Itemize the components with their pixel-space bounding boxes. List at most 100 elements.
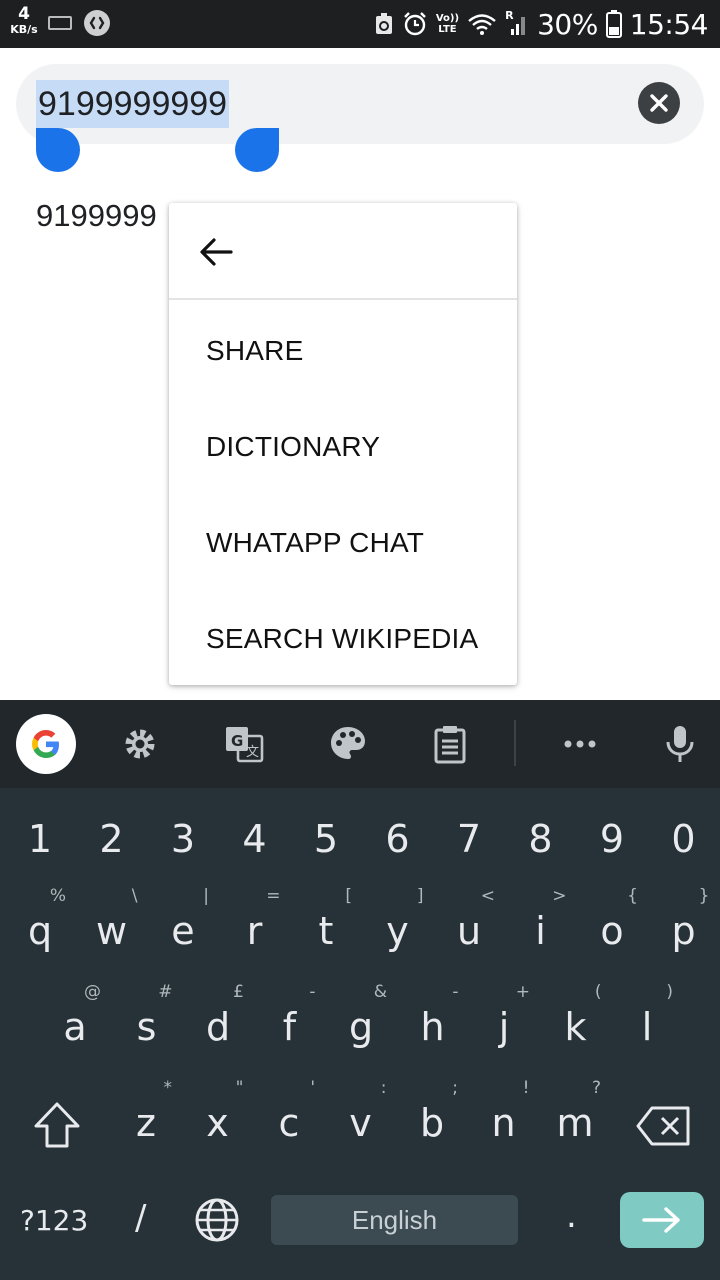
key-z[interactable]: z * [114, 1078, 178, 1164]
menu-item-share[interactable]: SHARE [206, 335, 303, 367]
key-n[interactable]: n! [472, 1078, 536, 1164]
key-c[interactable]: c ' [257, 1078, 321, 1164]
status-icons: Vo)) LTE R 30% 15:54 [374, 0, 709, 48]
key-f-label: f [282, 1005, 297, 1049]
battery-percent: 30% [537, 7, 598, 41]
key-u-hint: < [480, 886, 495, 906]
key-t[interactable]: t[ [294, 886, 358, 972]
key-a[interactable]: a @ [43, 982, 107, 1068]
key-e-label: e [171, 909, 195, 953]
key-m-hint: ? [591, 1078, 601, 1098]
menu-back-row[interactable] [169, 203, 517, 300]
palette-icon[interactable] [328, 724, 368, 764]
key-0[interactable]: 0 [652, 802, 716, 882]
key-8[interactable]: 8 [509, 802, 573, 882]
enter-key[interactable] [620, 1192, 704, 1248]
key-s[interactable]: s # [115, 982, 179, 1068]
key-4[interactable]: 4 [223, 802, 287, 882]
key-q[interactable]: q% [8, 886, 72, 972]
key-y-label: y [386, 909, 409, 953]
key-j-label: j [498, 1005, 510, 1049]
signal-icon: R [505, 9, 529, 37]
key-n-hint: ! [522, 1078, 530, 1098]
selection-handle-end[interactable] [235, 128, 279, 172]
slash-key[interactable]: / [135, 1198, 146, 1238]
key-j[interactable]: j + [472, 982, 536, 1068]
key-y-hint: ] [416, 886, 424, 906]
key-b[interactable]: b; [400, 1078, 464, 1164]
key-p[interactable]: p} [652, 886, 716, 972]
key-g[interactable]: g & [329, 982, 393, 1068]
key-f[interactable]: f- [258, 982, 322, 1068]
key-y[interactable]: y] [366, 886, 430, 972]
menu-item-dictionary[interactable]: DICTIONARY [206, 431, 380, 463]
roaming-label: R [505, 9, 514, 22]
key-x[interactable]: x " [186, 1078, 250, 1164]
translate-icon[interactable]: G文 [224, 724, 264, 764]
backspace-key[interactable] [630, 1096, 700, 1156]
key-9[interactable]: 9 [580, 802, 644, 882]
arrow-left-icon[interactable] [197, 233, 235, 271]
key-e[interactable]: e | [151, 886, 215, 972]
more-dots-icon[interactable] [560, 724, 600, 764]
key-7[interactable]: 7 [437, 802, 501, 882]
key-r-label: r [246, 909, 263, 953]
key-3[interactable]: 3 [151, 802, 215, 882]
key-w[interactable]: w \ [80, 886, 144, 972]
key-s-label: s [136, 1005, 157, 1049]
google-g-icon[interactable] [16, 714, 76, 774]
key-w-label: w [95, 909, 128, 953]
key-z-hint: * [163, 1078, 173, 1098]
network-speed: 4 KB/s [8, 4, 40, 36]
key-h[interactable]: h- [401, 982, 465, 1068]
key-5-label: 5 [313, 817, 339, 861]
backspace-icon [636, 1106, 690, 1146]
key-b-label: b [419, 1101, 445, 1145]
key-l[interactable]: l) [615, 982, 679, 1068]
key-1[interactable]: 1 [8, 802, 72, 882]
microphone-icon[interactable] [660, 724, 700, 764]
gear-icon[interactable] [120, 724, 160, 764]
key-v[interactable]: v: [329, 1078, 393, 1164]
text-selection-menu: SHARE DICTIONARY WHATAPP CHAT SEARCH WIK… [169, 203, 517, 685]
key-a-hint: @ [84, 982, 101, 1002]
key-7-label: 7 [456, 817, 482, 861]
clipboard-icon[interactable] [430, 724, 470, 764]
clock: 15:54 [629, 7, 709, 41]
keyboard-notification-icon [48, 16, 72, 30]
keyboard-toolbar: G文 [0, 700, 720, 788]
key-q-label: q [27, 909, 53, 953]
menu-item-search-wikipedia[interactable]: SEARCH WIKIPEDIA [206, 623, 478, 655]
space-key[interactable]: English [271, 1195, 518, 1245]
menu-item-whatapp-chat[interactable]: WHATAPP CHAT [206, 527, 424, 559]
status-bar: 4 KB/s Vo)) LTE R 30% 15:54 [0, 0, 720, 48]
key-i-label: i [535, 909, 546, 953]
network-speed-unit: KB/s [10, 23, 38, 36]
key-5[interactable]: 5 [294, 802, 358, 882]
key-i[interactable]: i > [509, 886, 573, 972]
key-o[interactable]: o{ [580, 886, 644, 972]
key-p-label: p [671, 909, 696, 953]
key-m[interactable]: m? [543, 1078, 607, 1164]
key-c-label: c [278, 1101, 300, 1145]
key-6[interactable]: 6 [366, 802, 430, 882]
key-l-label: l [641, 1005, 653, 1049]
language-key[interactable] [182, 1190, 252, 1250]
selection-handle-start[interactable] [36, 128, 80, 172]
period-key[interactable]: . [566, 1196, 577, 1236]
network-speed-value: 4 [18, 4, 30, 24]
key-i-hint: > [552, 886, 567, 906]
symbols-key[interactable]: ?123 [20, 1204, 88, 1237]
key-d[interactable]: d £ [186, 982, 250, 1068]
key-r[interactable]: r = [223, 886, 287, 972]
key-k[interactable]: k( [544, 982, 608, 1068]
key-u[interactable]: u < [437, 886, 501, 972]
shift-key[interactable] [22, 1096, 92, 1156]
search-input[interactable]: 9199999999 [36, 80, 230, 128]
key-q-hint: % [49, 886, 66, 906]
key-2[interactable]: 2 [80, 802, 144, 882]
clear-search-button[interactable] [638, 82, 680, 124]
key-c-hint: ' [310, 1078, 315, 1098]
key-x-hint: " [235, 1078, 244, 1098]
key-d-hint: £ [233, 982, 244, 1002]
